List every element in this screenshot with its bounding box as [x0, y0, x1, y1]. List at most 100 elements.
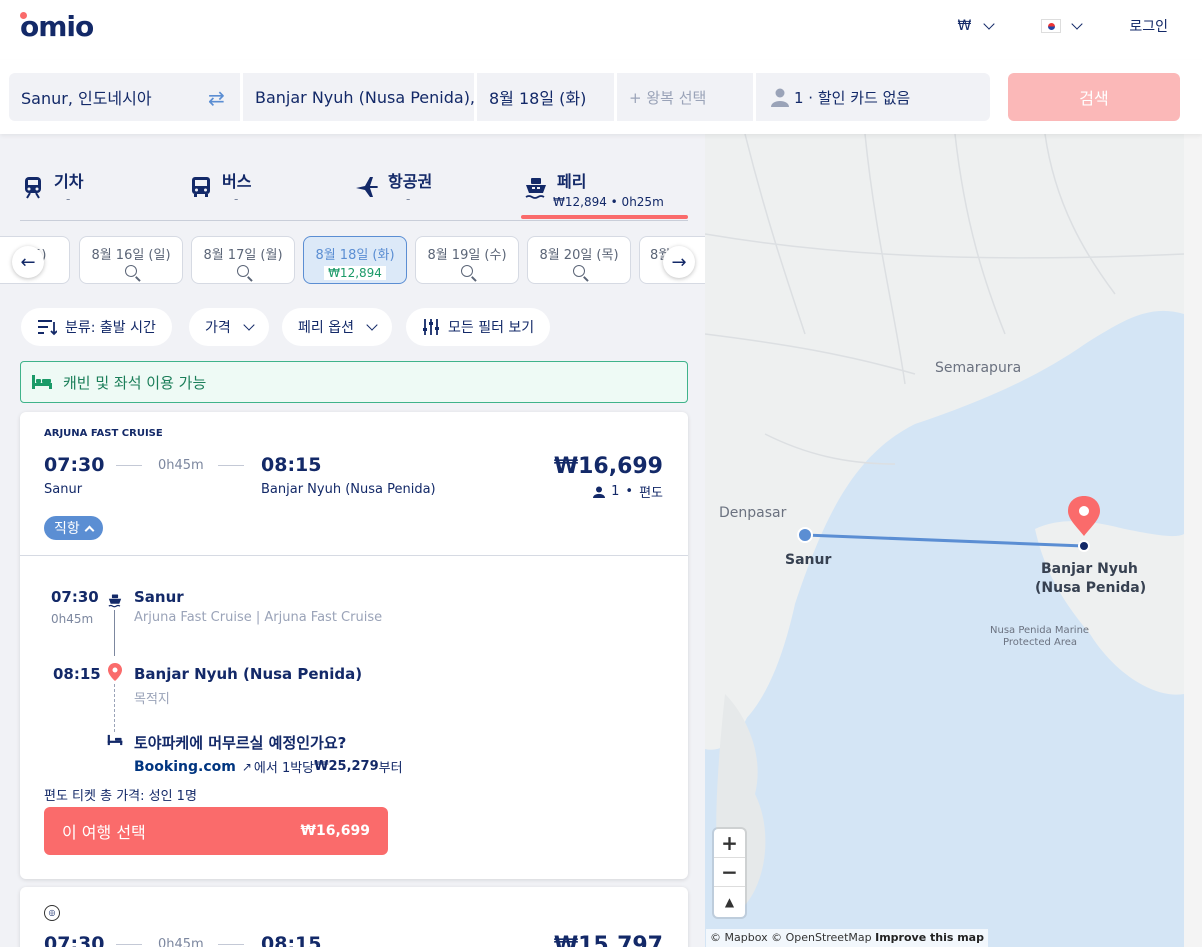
- map-attribution: © Mapbox © OpenStreetMap Improve this ma…: [706, 929, 988, 947]
- ferry-icon: [108, 594, 122, 608]
- passenger-count: 1: [611, 484, 620, 499]
- currency-symbol: ₩: [957, 18, 972, 34]
- bed-icon: [107, 734, 123, 746]
- language-selector[interactable]: [1041, 18, 1084, 33]
- hotel-price: ₩25,279: [314, 759, 379, 774]
- date-chip[interactable]: 8월 16일 (일): [79, 236, 183, 284]
- direct-toggle-button[interactable]: 직항: [44, 516, 103, 540]
- hotel-offer: Booking.com ↗ 에서 1박당 ₩25,279 부터: [134, 757, 403, 777]
- tab-ferry-label: 페리: [557, 172, 587, 191]
- search-icon: [461, 265, 473, 277]
- date-chip[interactable]: 8월 19일 (수): [415, 236, 519, 284]
- select-trip-button[interactable]: 이 여행 선택 ₩16,699: [44, 807, 388, 855]
- swap-icon[interactable]: ⇄: [208, 86, 225, 110]
- header-actions: ₩ 로그인: [958, 16, 1168, 36]
- from-field[interactable]: Sanur, 인도네시아: [9, 73, 240, 121]
- banner-text: 캐빈 및 좌석 이용 가능: [63, 373, 207, 392]
- arrival-time: 08:15: [261, 454, 322, 476]
- journey-card[interactable]: ARJUNA FAST CRUISE 07:30 0h45m 08:15 San…: [20, 412, 688, 879]
- date-chip[interactable]: 8월 20일 (목): [527, 236, 631, 284]
- login-link[interactable]: 로그인: [1129, 16, 1168, 36]
- improve-map-link[interactable]: Improve this map: [875, 931, 984, 944]
- map-label-marine: Nusa Penida Marine: [990, 625, 1089, 636]
- tab-train-sub: -: [66, 192, 71, 206]
- ferry-options-label: 페리 옵션: [298, 320, 354, 336]
- bed-icon: [32, 375, 52, 389]
- tab-ferry-sub: ₩12,894 • 0h25m: [553, 195, 664, 209]
- hotel-question: 토야파케에 머무르실 예정인가요?: [134, 734, 347, 752]
- search-icon: [573, 265, 585, 277]
- all-filters-label: 모든 필터 보기: [448, 320, 535, 336]
- date-chip-label: 8월 18일 (화): [315, 248, 395, 263]
- person-icon: [593, 486, 606, 498]
- tab-bus[interactable]: 버스 -: [188, 168, 338, 220]
- transport-mode-tabs: 기차 - 버스 - 항공권 - 페리 ₩12,894 • 0h25m: [20, 134, 688, 221]
- booking-link[interactable]: Booking.com: [134, 759, 236, 775]
- origin-marker[interactable]: [797, 527, 813, 543]
- route-line: [114, 610, 115, 656]
- detail-operator: Arjuna Fast Cruise | Arjuna Fast Cruise: [134, 610, 383, 625]
- map-label-banjar-sub: (Nusa Penida): [1035, 580, 1146, 596]
- operator-name: ARJUNA FAST CRUISE: [44, 428, 163, 439]
- map-canvas: Semarapura Denpasar Sanur Banjar Nyuh (N…: [705, 134, 1184, 947]
- price-filter-button[interactable]: 가격: [189, 308, 269, 346]
- passenger-label: 1 · 할인 카드 없음: [794, 88, 911, 107]
- omio-logo[interactable]: omio: [20, 10, 94, 43]
- duration-line: [218, 465, 244, 466]
- active-tab-indicator: [521, 215, 688, 219]
- tab-flight[interactable]: 항공권 -: [354, 168, 504, 220]
- detail-duration: 0h45m: [51, 612, 94, 626]
- attribution-text[interactable]: © Mapbox © OpenStreetMap: [710, 931, 872, 944]
- date-chip[interactable]: 8월 17일 (월): [191, 236, 295, 284]
- chevron-down-icon: [983, 18, 996, 30]
- date-carousel: 토) 8월 16일 (일) 8월 17일 (월) 8월 18일 (화) ₩12,…: [0, 236, 705, 286]
- page-scrollbar[interactable]: [1184, 134, 1202, 947]
- total-price-label: 편도 티켓 총 가격: 성인 1명: [44, 789, 197, 804]
- route-map[interactable]: Semarapura Denpasar Sanur Banjar Nyuh (N…: [705, 134, 1184, 947]
- external-link-icon: ↗: [241, 759, 252, 774]
- tab-ferry[interactable]: 페리 ₩12,894 • 0h25m: [523, 168, 688, 220]
- date-chip-price: ₩12,894: [324, 266, 386, 280]
- compass-icon[interactable]: ▲: [714, 887, 745, 916]
- arrival-time: 08:15: [261, 933, 322, 947]
- journey-card[interactable]: ◎ 07:30 0h45m 08:15 ₩15,797: [20, 887, 688, 947]
- return-date-field[interactable]: + 왕복 선택: [617, 73, 753, 121]
- filter-bar: 분류: 출발 시간 가격 페리 옵션 모든 필터 보기: [0, 308, 705, 346]
- all-filters-button[interactable]: 모든 필터 보기: [406, 308, 551, 346]
- date-chip-label: 8월 20일 (목): [539, 248, 619, 263]
- arrow-right-icon[interactable]: →: [663, 246, 695, 278]
- card-divider: [20, 555, 688, 556]
- detail-departure-time: 07:30: [51, 588, 99, 606]
- train-icon: [25, 177, 41, 199]
- currency-selector[interactable]: ₩: [957, 18, 996, 34]
- to-field[interactable]: Banjar Nyuh (Nusa Penida),: [243, 73, 474, 121]
- hotel-price-prefix: 에서 1박당: [253, 761, 315, 776]
- location-pin-icon: [108, 663, 122, 681]
- duration-line: [116, 465, 142, 466]
- ferry-options-button[interactable]: 페리 옵션: [282, 308, 392, 346]
- price-filter-label: 가격: [205, 320, 231, 336]
- sort-icon: [38, 320, 57, 336]
- duration-line: [116, 944, 142, 945]
- sort-button[interactable]: 분류: 출발 시간: [21, 308, 172, 346]
- zoom-in-button[interactable]: +: [714, 829, 745, 858]
- tab-flight-label: 항공권: [388, 172, 433, 191]
- passenger-field[interactable]: 1 · 할인 카드 없음: [756, 73, 990, 121]
- search-icon: [125, 265, 137, 277]
- select-trip-price: ₩16,699: [300, 823, 370, 839]
- arrow-left-icon[interactable]: ←: [12, 246, 44, 278]
- hotel-price-suffix: 부터: [378, 761, 403, 776]
- departure-date-field[interactable]: 8월 18일 (화): [477, 73, 614, 121]
- tab-train[interactable]: 기차 -: [20, 168, 170, 220]
- journey-price: ₩15,797: [553, 933, 663, 947]
- korea-flag-icon: [1041, 19, 1062, 33]
- select-trip-label: 이 여행 선택: [62, 823, 146, 842]
- results-panel: 기차 - 버스 - 항공권 - 페리 ₩12,894 • 0h25m 8월 16…: [0, 134, 705, 947]
- date-chip-selected[interactable]: 8월 18일 (화) ₩12,894: [303, 236, 407, 284]
- date-chip-label: 8월 19일 (수): [427, 248, 507, 263]
- journey-duration: 0h45m: [158, 458, 204, 473]
- search-button[interactable]: 검색: [1008, 73, 1180, 121]
- sort-label: 분류: 출발 시간: [65, 320, 156, 336]
- operator-logo-icon: ◎: [44, 905, 60, 921]
- zoom-out-button[interactable]: −: [714, 858, 745, 887]
